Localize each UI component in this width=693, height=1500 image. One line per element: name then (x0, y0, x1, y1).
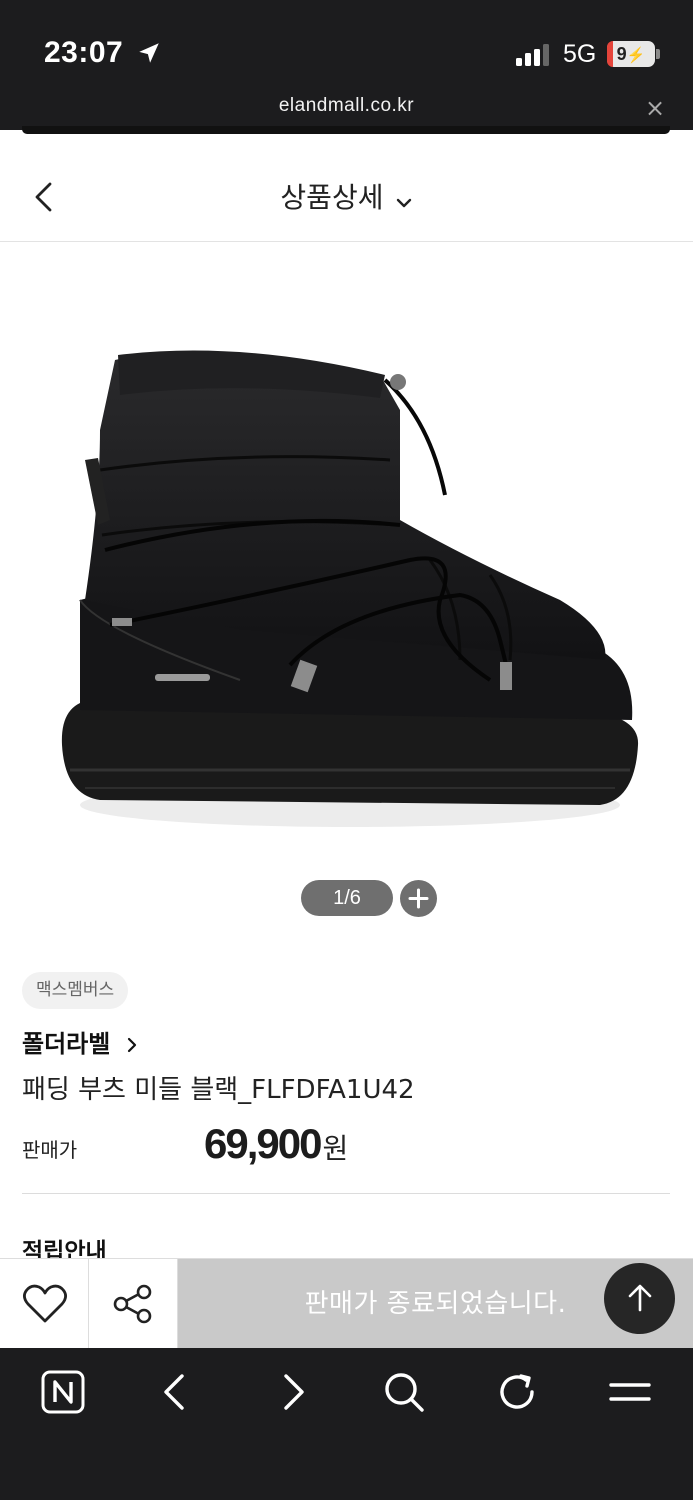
store-link[interactable]: 폴더라벨 (22, 1024, 139, 1059)
arrow-up-icon (628, 1284, 652, 1312)
image-pager: 1/6 (301, 880, 393, 916)
naver-home-icon[interactable] (41, 1370, 85, 1414)
price-unit: 원 (322, 1132, 349, 1165)
page-title-dropdown[interactable]: 상품상세 (0, 176, 693, 216)
share-icon (113, 1284, 152, 1324)
product-image[interactable] (40, 300, 653, 845)
zoom-plus-icon[interactable] (400, 880, 437, 917)
price: 69,900원 (204, 1120, 348, 1168)
browser-toolbar (0, 1348, 693, 1500)
wishlist-button[interactable] (0, 1259, 89, 1349)
search-icon[interactable] (382, 1370, 426, 1414)
scroll-top-button[interactable] (604, 1263, 675, 1334)
battery-level: 9 (616, 44, 627, 64)
network-type: 5G (563, 40, 597, 68)
product-name: 패딩 부츠 미들 블랙_FLFDFA1U42 (22, 1075, 415, 1105)
price-value: 69,900 (204, 1120, 322, 1167)
back-arrow-icon[interactable] (154, 1370, 198, 1414)
heart-icon (23, 1284, 67, 1323)
battery-charging-icon: 9⚡ (607, 41, 655, 67)
url-bar[interactable]: elandmall.co.kr (0, 95, 693, 117)
forward-arrow-icon[interactable] (270, 1370, 314, 1414)
page-header: 상품상세 (0, 134, 693, 242)
status-bar: 23:07 5G 9⚡ elandmall.co.kr × (0, 0, 693, 134)
page-load-progress (22, 126, 670, 134)
close-icon[interactable]: × (643, 96, 667, 120)
refresh-icon[interactable] (495, 1370, 539, 1414)
location-arrow-icon (139, 43, 159, 63)
status-time: 23:07 (44, 36, 124, 69)
store-name: 폴더라벨 (22, 1030, 111, 1058)
points-section-title: 적립안내 (22, 1239, 107, 1258)
chevron-right-icon (127, 1037, 136, 1053)
signal-icon (516, 44, 549, 66)
chevron-down-icon (396, 198, 411, 207)
brand-tag[interactable]: 맥스멤버스 (22, 972, 129, 1009)
page-title: 상품상세 (280, 181, 384, 214)
share-button[interactable] (89, 1259, 178, 1349)
bottom-action-bar: 판매가 종료되었습니다. (0, 1258, 693, 1349)
price-label: 판매가 (22, 1138, 78, 1162)
menu-icon[interactable] (608, 1370, 652, 1414)
divider (22, 1193, 670, 1194)
